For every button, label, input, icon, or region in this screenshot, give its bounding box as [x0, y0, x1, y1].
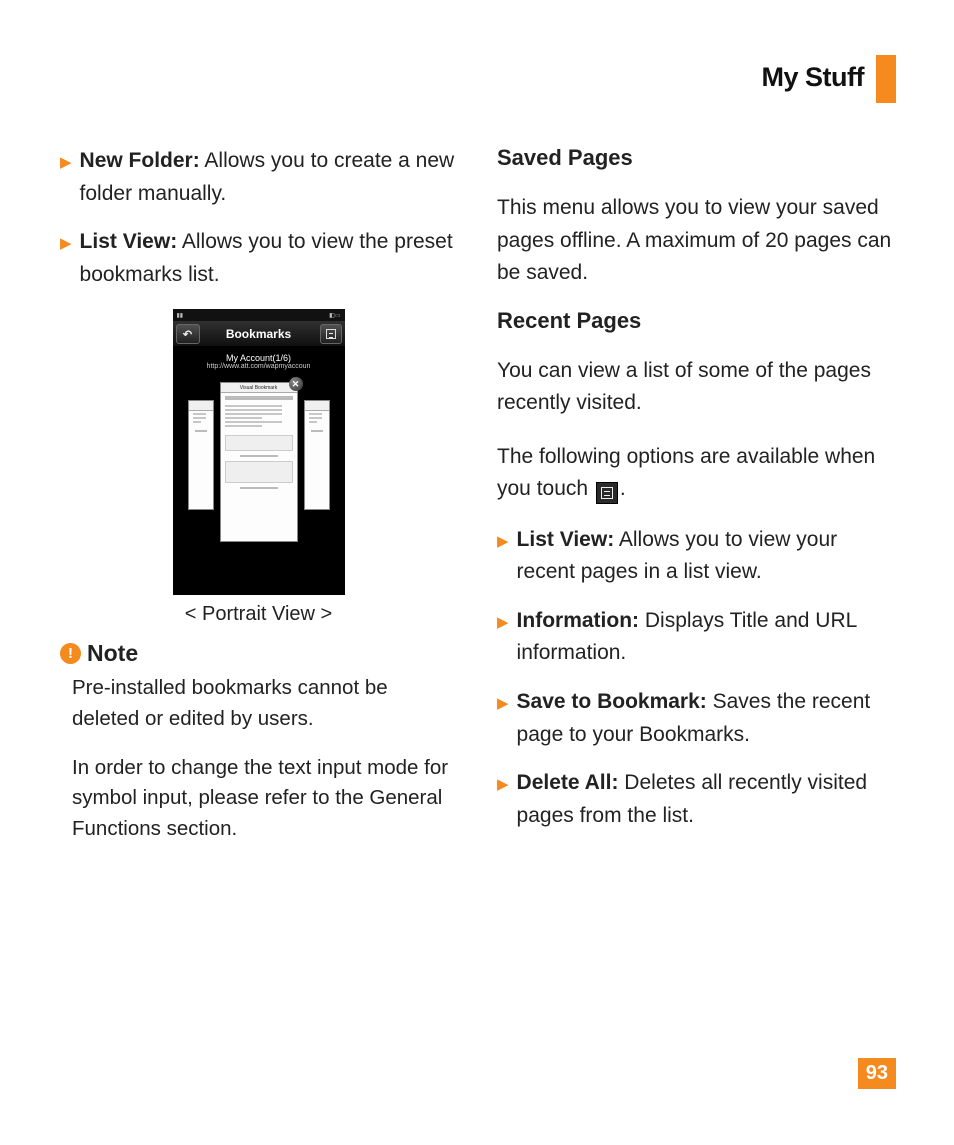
thumb-center: ✕ Visual Bookmark — [220, 382, 298, 542]
bullet-new-folder: ▶ New Folder: Allows you to create a new… — [60, 145, 457, 210]
bullet-text: Information: Displays Title and URL info… — [517, 605, 894, 670]
right-column: Saved Pages This menu allows you to view… — [497, 145, 894, 863]
bullet-text: Save to Bookmark: Saves the recent page … — [517, 686, 894, 751]
bullet-information: ▶ Information: Displays Title and URL in… — [497, 605, 894, 670]
page-number: 93 — [858, 1058, 896, 1089]
menu-icon — [596, 482, 618, 504]
phone-caption: < Portrait View > — [185, 603, 332, 626]
thumb-right — [304, 400, 330, 510]
bullet-text: List View: Allows you to view your recen… — [517, 524, 894, 589]
left-column: ▶ New Folder: Allows you to create a new… — [60, 145, 457, 863]
bullet-recent-list-view: ▶ List View: Allows you to view your rec… — [497, 524, 894, 589]
bullet-delete-all: ▶ Delete All: Deletes all recently visit… — [497, 767, 894, 832]
thumb-left — [188, 400, 214, 510]
arrow-icon: ▶ — [497, 611, 509, 670]
note-heading: ! Note — [60, 640, 457, 667]
phone-url-line: http://www.att.com/wapmyaccoun — [173, 363, 345, 370]
phone-screenshot: ▮▮ ◧▭ ↶ Bookmarks My Account(1/6) http:/… — [60, 309, 457, 626]
menu-icon — [320, 324, 342, 344]
signal-icon: ▮▮ — [177, 312, 184, 319]
content-columns: ▶ New Folder: Allows you to create a new… — [60, 145, 894, 863]
phone-status-bar: ▮▮ ◧▭ — [173, 309, 345, 321]
phone-frame: ▮▮ ◧▭ ↶ Bookmarks My Account(1/6) http:/… — [173, 309, 345, 595]
heading-saved-pages: Saved Pages — [497, 145, 894, 171]
bullet-text: List View: Allows you to view the preset… — [80, 226, 457, 291]
page: My Stuff ▶ New Folder: Allows you to cre… — [0, 0, 954, 1145]
bullet-text: Delete All: Deletes all recently visited… — [517, 767, 894, 832]
arrow-icon: ▶ — [60, 232, 72, 291]
recent-pages-intro: You can view a list of some of the pages… — [497, 355, 894, 420]
close-icon: ✕ — [289, 377, 303, 391]
battery-icon: ◧▭ — [329, 312, 340, 319]
phone-account-line: My Account(1/6) — [173, 353, 345, 363]
bullet-save-bookmark: ▶ Save to Bookmark: Saves the recent pag… — [497, 686, 894, 751]
arrow-icon: ▶ — [497, 773, 509, 832]
saved-pages-text: This menu allows you to view your saved … — [497, 192, 894, 290]
arrow-icon: ▶ — [497, 530, 509, 589]
note-title: Note — [87, 640, 138, 667]
page-title: My Stuff — [762, 62, 864, 93]
note-paragraph-1: Pre-installed bookmarks cannot be delete… — [72, 673, 457, 735]
recent-pages-options-line: The following options are available when… — [497, 441, 894, 506]
arrow-icon: ▶ — [60, 151, 72, 210]
phone-title: Bookmarks — [226, 327, 291, 341]
note-paragraph-2: In order to change the text input mode f… — [72, 753, 457, 845]
bullet-text: New Folder: Allows you to create a new f… — [80, 145, 457, 210]
heading-recent-pages: Recent Pages — [497, 308, 894, 334]
arrow-icon: ▶ — [497, 692, 509, 751]
bullet-list-view: ▶ List View: Allows you to view the pres… — [60, 226, 457, 291]
header-accent-bar — [876, 55, 896, 103]
back-icon: ↶ — [176, 324, 200, 344]
note-icon: ! — [60, 643, 81, 664]
phone-thumbnails: ✕ Visual Bookmark — [173, 376, 345, 566]
phone-title-row: ↶ Bookmarks — [173, 321, 345, 347]
